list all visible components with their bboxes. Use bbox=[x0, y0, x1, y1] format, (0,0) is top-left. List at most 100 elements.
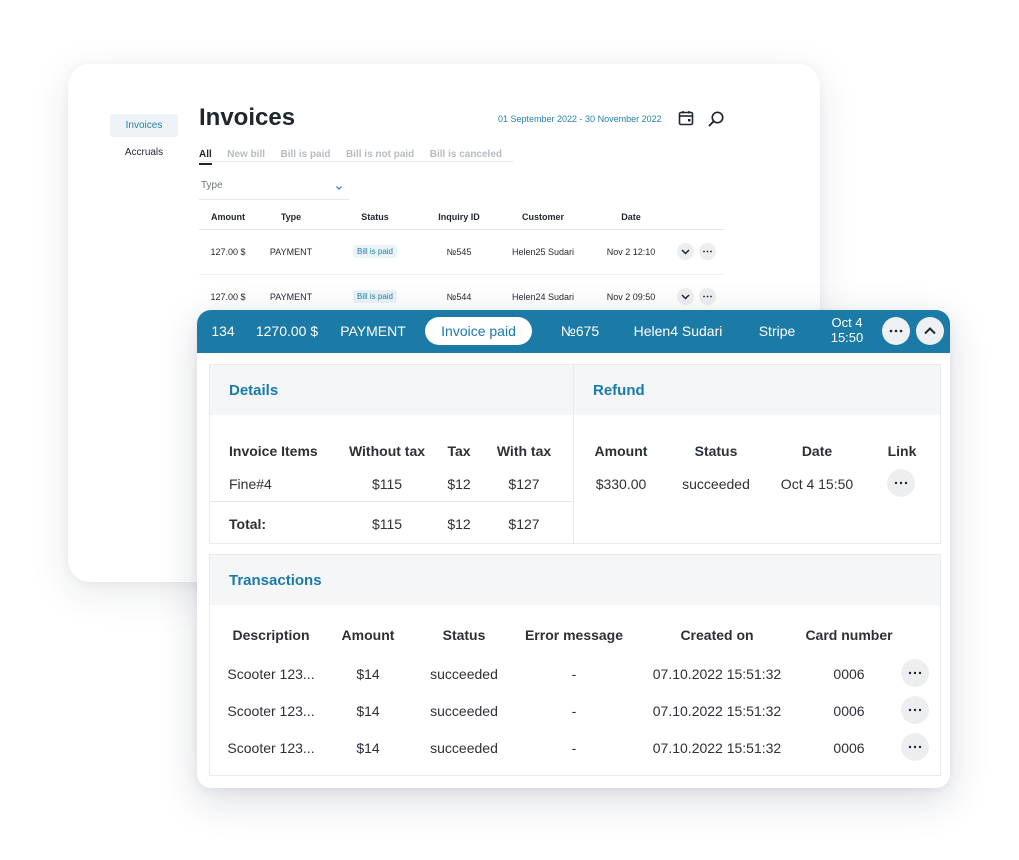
transaction-description: Scooter 123... bbox=[227, 666, 315, 682]
column-header-with-tax: With tax bbox=[496, 443, 552, 459]
transactions-title: Transactions bbox=[229, 572, 322, 589]
column-header-refund-date: Date bbox=[801, 443, 833, 459]
total-without-tax: $115 bbox=[371, 516, 403, 532]
column-header-amount[interactable]: Amount bbox=[211, 212, 245, 222]
chevron-down-icon bbox=[681, 294, 690, 300]
transaction-more-button[interactable] bbox=[901, 696, 929, 724]
expand-row-button[interactable] bbox=[677, 243, 694, 260]
more-dots-icon bbox=[894, 481, 908, 485]
column-header-refund-status: Status bbox=[694, 443, 738, 459]
more-dots-icon bbox=[703, 295, 712, 298]
more-dots-icon bbox=[908, 671, 922, 675]
row-status-badge: Bill is paid bbox=[352, 290, 398, 303]
date-range-picker[interactable]: 01 September 2022 - 30 November 2022 bbox=[498, 114, 662, 124]
details-panel: Details Invoice Items Without tax Tax Wi… bbox=[209, 364, 574, 544]
more-dots-icon bbox=[908, 708, 922, 712]
refund-date: Oct 4 15:50 bbox=[780, 476, 854, 492]
column-header-created-on: Created on bbox=[680, 627, 754, 643]
transaction-card-number: 0006 bbox=[833, 666, 865, 682]
table-header: Amount Type Status Inquiry ID Customer D… bbox=[199, 204, 724, 230]
total-label: Total: bbox=[229, 516, 267, 532]
total-with-tax: $127 bbox=[508, 516, 540, 532]
row-customer: Helen25 Sudari bbox=[511, 247, 575, 257]
expand-row-button[interactable] bbox=[677, 288, 694, 305]
calendar-icon[interactable] bbox=[678, 110, 694, 126]
column-header-without-tax: Without tax bbox=[348, 443, 426, 459]
refund-link-button[interactable] bbox=[887, 469, 915, 497]
column-header-type[interactable]: Type bbox=[281, 212, 301, 222]
column-header-error-message: Error message bbox=[524, 627, 624, 643]
column-header-date[interactable]: Date bbox=[621, 212, 641, 222]
transaction-description: Scooter 123... bbox=[227, 703, 315, 719]
invoice-detail-card: 134 1270.00 $ PAYMENT Invoice paid №675 … bbox=[197, 310, 950, 788]
row-status-badge: Bill is paid bbox=[352, 245, 398, 258]
invoice-item-tax: $12 bbox=[447, 476, 471, 492]
row-type: PAYMENT bbox=[269, 292, 313, 302]
sidebar: Invoices Accruals bbox=[110, 114, 178, 164]
refund-amount: $330.00 bbox=[595, 476, 647, 492]
column-header-tax: Tax bbox=[447, 443, 471, 459]
row-more-button[interactable] bbox=[699, 288, 716, 305]
column-header-inquiry-id[interactable]: Inquiry ID bbox=[438, 212, 480, 222]
more-dots-icon bbox=[908, 745, 922, 749]
transaction-more-button[interactable] bbox=[901, 659, 929, 687]
chevron-down-icon bbox=[681, 249, 690, 255]
row-more-button[interactable] bbox=[699, 243, 716, 260]
tab-bill-is-canceled[interactable]: Bill is canceled bbox=[430, 147, 502, 164]
refund-status: succeeded bbox=[682, 476, 750, 492]
page-title: Invoices bbox=[199, 104, 296, 131]
tab-new-bill[interactable]: New bill bbox=[227, 147, 265, 164]
invoice-customer: Helen4 Sudari bbox=[633, 323, 723, 339]
sidebar-item-accruals[interactable]: Accruals bbox=[110, 141, 178, 164]
transaction-amount: $14 bbox=[356, 740, 380, 756]
more-dots-icon bbox=[703, 250, 712, 253]
tab-bill-is-not-paid[interactable]: Bill is not paid bbox=[346, 147, 414, 164]
table-row[interactable]: 127.00 $ PAYMENT Bill is paid №545 Helen… bbox=[199, 230, 724, 275]
details-title: Details bbox=[229, 382, 279, 399]
collapse-row-button[interactable] bbox=[916, 317, 944, 345]
invoice-more-button[interactable] bbox=[882, 317, 910, 345]
column-header-amount: Amount bbox=[341, 627, 395, 643]
row-amount: 127.00 $ bbox=[210, 292, 246, 302]
invoice-date-day: Oct 4 bbox=[831, 315, 863, 330]
transaction-created-on: 07.10.2022 15:51:32 bbox=[652, 740, 782, 756]
sidebar-item-invoices[interactable]: Invoices bbox=[110, 114, 178, 137]
transaction-status: succeeded bbox=[430, 703, 498, 719]
column-header-card-number: Card number bbox=[805, 627, 893, 643]
column-header-status[interactable]: Status bbox=[361, 212, 389, 222]
row-inquiry-id: №544 bbox=[446, 292, 472, 302]
column-header-description: Description bbox=[232, 627, 310, 643]
type-select[interactable]: Type bbox=[199, 174, 349, 200]
invoice-item-name: Fine#4 bbox=[229, 476, 272, 492]
refund-title: Refund bbox=[593, 382, 645, 399]
transaction-error: - bbox=[571, 703, 577, 719]
refund-panel: Refund Amount Status Date Link $330.00 s… bbox=[573, 364, 941, 544]
transaction-error: - bbox=[571, 666, 577, 682]
filter-tabs: All New bill Bill is paid Bill is not pa… bbox=[199, 144, 514, 165]
transactions-panel: Transactions Description Amount Status E… bbox=[209, 554, 941, 776]
transaction-created-on: 07.10.2022 15:51:32 bbox=[652, 666, 782, 682]
search-icon[interactable] bbox=[707, 110, 725, 128]
row-date: Nov 2 09:50 bbox=[606, 292, 656, 302]
invoice-item-without-tax: $115 bbox=[371, 476, 403, 492]
total-divider bbox=[210, 501, 573, 502]
total-tax: $12 bbox=[447, 516, 471, 532]
expanded-invoice-row[interactable]: 134 1270.00 $ PAYMENT Invoice paid №675 … bbox=[197, 310, 950, 353]
column-header-refund-amount: Amount bbox=[594, 443, 648, 459]
row-amount: 127.00 $ bbox=[210, 247, 246, 257]
transaction-more-button[interactable] bbox=[901, 733, 929, 761]
refund-panel-header: Refund bbox=[574, 365, 940, 415]
invoice-table: Amount Type Status Inquiry ID Customer D… bbox=[199, 204, 724, 320]
transaction-created-on: 07.10.2022 15:51:32 bbox=[652, 703, 782, 719]
invoice-type: PAYMENT bbox=[340, 323, 406, 339]
transactions-panel-header: Transactions bbox=[210, 555, 940, 605]
column-header-invoice-items: Invoice Items bbox=[229, 443, 318, 459]
invoice-inquiry-id: №675 bbox=[560, 323, 600, 339]
row-inquiry-id: №545 bbox=[446, 247, 472, 257]
column-header-refund-link: Link bbox=[887, 443, 917, 459]
tab-all[interactable]: All bbox=[199, 147, 212, 165]
transaction-status: succeeded bbox=[430, 740, 498, 756]
column-header-customer[interactable]: Customer bbox=[522, 212, 564, 222]
tab-bill-is-paid[interactable]: Bill is paid bbox=[280, 147, 330, 164]
details-panel-header: Details bbox=[210, 365, 573, 415]
